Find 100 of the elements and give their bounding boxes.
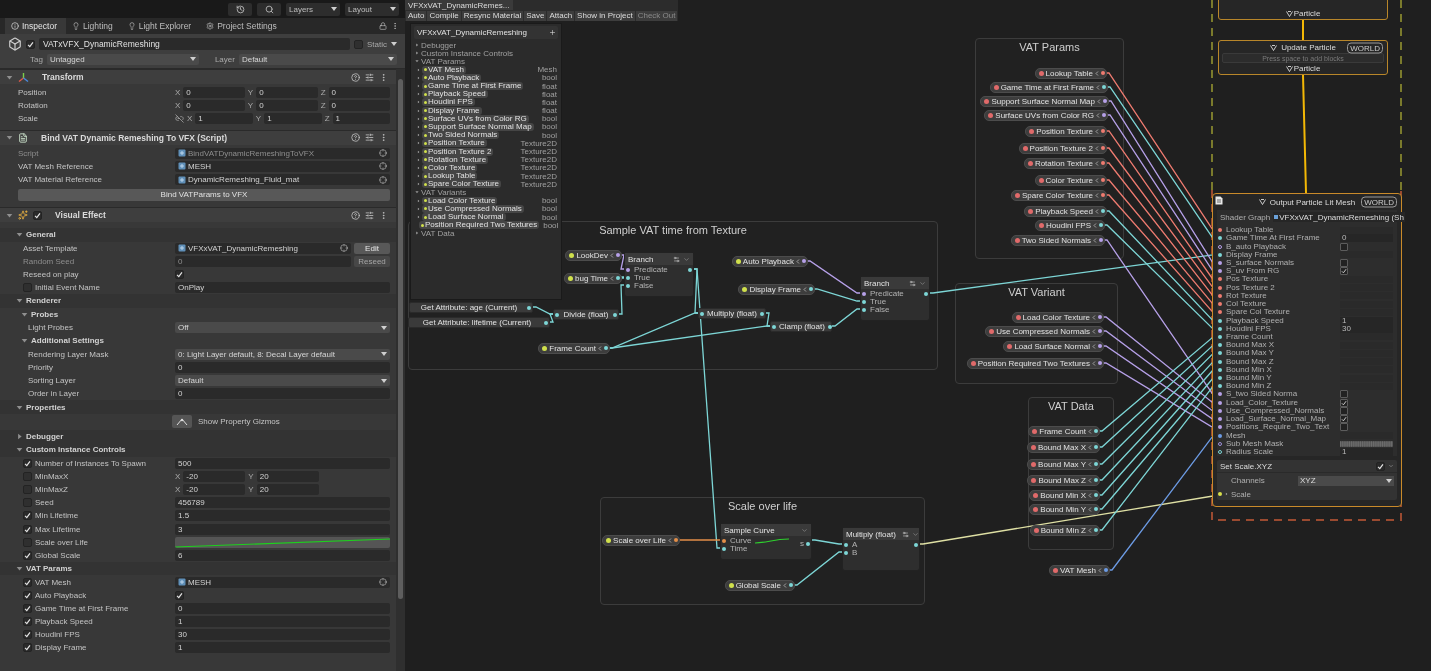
checkbox[interactable]	[1340, 267, 1348, 276]
number-field[interactable]: 0	[328, 87, 390, 99]
input-port[interactable]	[1218, 367, 1222, 372]
operator-node[interactable]: Branch Predicate True False	[624, 252, 694, 297]
operator-node[interactable]: Divide (float)	[553, 309, 619, 320]
output-port[interactable]	[527, 305, 531, 310]
input-port[interactable]	[844, 551, 848, 555]
section-header[interactable]: General	[26, 230, 56, 240]
add-icon[interactable]	[549, 29, 556, 36]
text-field[interactable]: 3	[175, 523, 390, 535]
unlink-icon[interactable]	[175, 114, 184, 124]
input-port[interactable]	[772, 324, 776, 329]
output-port[interactable]	[688, 268, 692, 272]
property-node[interactable]: Bound Min Z	[1029, 524, 1100, 536]
foldout-caret-icon[interactable]	[6, 73, 13, 81]
component-header[interactable]: Visual Effect	[0, 207, 396, 223]
property-node[interactable]: Lookup Table	[1034, 67, 1107, 79]
input-port[interactable]	[1218, 293, 1222, 298]
property-node[interactable]: Rotation Texture	[1023, 157, 1107, 169]
input-port[interactable]	[626, 276, 630, 280]
gear-icon[interactable]	[909, 279, 916, 287]
section-header[interactable]: Custom Instance Controls	[26, 445, 126, 455]
blackboard-property[interactable]: Game Time at First Frame	[422, 82, 524, 91]
blackboard-property[interactable]: Position Required Two Textures	[419, 221, 540, 230]
blackboard-property[interactable]: Two Sided Normals	[422, 131, 500, 140]
number-field[interactable]: 0	[256, 100, 318, 112]
help-icon[interactable]	[351, 72, 360, 82]
property-node[interactable]: Use Compressed Normals	[985, 325, 1104, 337]
caret-icon[interactable]	[919, 279, 926, 287]
number-field[interactable]: -20	[183, 484, 246, 495]
property-node[interactable]: Playback Speed	[1024, 205, 1107, 217]
text-field[interactable]: 0	[175, 602, 390, 614]
text-field[interactable]: 456789	[175, 497, 390, 509]
text-field[interactable]: 30	[175, 629, 390, 641]
text-field[interactable]: 6	[175, 549, 390, 561]
text-field[interactable]: 1	[175, 642, 390, 654]
target-icon[interactable]	[379, 175, 387, 184]
blackboard-property[interactable]: Spare Color Texture	[422, 180, 501, 189]
panel-tab[interactable]: Project Settings	[200, 18, 286, 34]
operator-node[interactable]: Get Attribute: lifetime (Current)	[408, 317, 550, 328]
menu-icon[interactable]	[379, 210, 388, 220]
property-node[interactable]: Color Texture	[1034, 174, 1107, 186]
checkbox[interactable]	[1340, 406, 1348, 415]
toolbar-button[interactable]: Show in Project	[575, 10, 635, 21]
input-port[interactable]	[1218, 302, 1222, 307]
checkbox[interactable]	[1340, 242, 1348, 251]
output-port[interactable]	[544, 320, 548, 325]
checkbox[interactable]	[1340, 259, 1348, 267]
checkbox[interactable]	[175, 590, 184, 600]
section-header[interactable]: Renderer	[26, 296, 62, 306]
value-field[interactable]: 0	[1340, 234, 1393, 243]
help-icon[interactable]	[351, 210, 360, 220]
lock-icon[interactable]	[379, 22, 387, 30]
input-port[interactable]	[1218, 417, 1222, 422]
foldout-caret-icon[interactable]	[21, 310, 28, 318]
search-icon[interactable]	[257, 2, 281, 16]
input-port[interactable]	[1218, 392, 1222, 397]
preset-icon[interactable]	[365, 133, 374, 143]
block-toggle[interactable]	[1376, 461, 1385, 471]
override-checkbox[interactable]	[23, 511, 32, 521]
input-port[interactable]	[1218, 310, 1222, 315]
blackboard-property[interactable]: VAT Mesh	[422, 65, 466, 74]
number-field[interactable]: 0	[183, 87, 245, 99]
blackboard-property[interactable]: Load Surface Normal	[422, 213, 506, 222]
section-header[interactable]: Additional Settings	[31, 336, 104, 346]
foldout-caret-icon[interactable]	[16, 565, 23, 573]
input-port[interactable]	[1218, 228, 1222, 233]
layer-dropdown[interactable]: Default	[238, 53, 397, 65]
object-field[interactable]: MESH	[175, 160, 390, 172]
override-checkbox[interactable]	[23, 550, 32, 560]
mask-field[interactable]	[1340, 440, 1393, 447]
blackboard-property[interactable]: Position Texture	[422, 139, 487, 148]
bind-button[interactable]: Bind VATParams to VFX	[18, 188, 390, 201]
property-node[interactable]: Game Time at First Frame	[989, 81, 1108, 93]
output-port[interactable]	[914, 543, 918, 547]
property-node[interactable]: bug Time	[564, 272, 622, 284]
menu-icon[interactable]	[379, 72, 388, 82]
operator-node[interactable]: Sample Curve Curve Time s	[720, 523, 812, 560]
blackboard-property[interactable]: Color Texture	[422, 163, 478, 172]
property-node[interactable]: Bound Min X	[1029, 489, 1100, 501]
checkbox[interactable]	[1340, 390, 1348, 399]
foldout-caret-icon[interactable]	[16, 446, 23, 454]
operator-node[interactable]: Get Attribute: age (Current)	[409, 302, 533, 313]
property-node[interactable]: Display Frame	[738, 283, 815, 295]
output-port[interactable]	[760, 311, 764, 316]
value-field[interactable]: 30	[1340, 324, 1393, 333]
input-port[interactable]	[1218, 277, 1222, 282]
input-port[interactable]	[555, 312, 559, 317]
input-port[interactable]	[1218, 285, 1222, 290]
input-port[interactable]	[1218, 269, 1222, 274]
number-field[interactable]: 20	[256, 484, 319, 495]
override-checkbox[interactable]	[23, 617, 32, 627]
input-port[interactable]	[1218, 334, 1222, 339]
property-node[interactable]: Bound Max X	[1026, 441, 1100, 453]
section-header[interactable]: VAT Params	[26, 564, 72, 574]
output-port[interactable]	[827, 324, 832, 329]
property-node[interactable]: Auto Playback	[731, 255, 808, 267]
blackboard-property[interactable]: Load Color Texture	[422, 196, 498, 205]
number-field[interactable]: 0	[183, 100, 245, 112]
blackboard-property[interactable]: Use Compressed Normals	[422, 204, 524, 213]
